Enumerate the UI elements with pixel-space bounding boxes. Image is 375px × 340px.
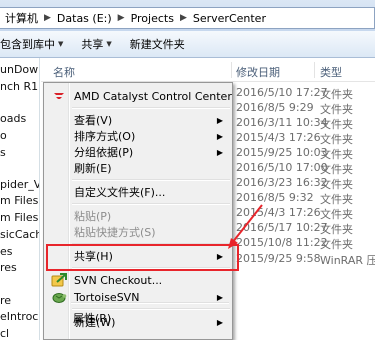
row-date: 2015/9/25 9:58 bbox=[236, 252, 321, 265]
menu-item-properties[interactable]: 属性(R) bbox=[45, 308, 230, 328]
column-date[interactable]: 修改日期 bbox=[236, 64, 280, 80]
menu-separator bbox=[71, 302, 229, 304]
new-folder-button[interactable]: 新建文件夹 bbox=[121, 36, 194, 52]
nav-item[interactable]: cl bbox=[0, 327, 39, 340]
address-strip: 计算机 ▶ Datas (E:) ▶ Projects ▶ ServerCent… bbox=[0, 0, 375, 31]
row-date: 2016/5/10 17:27 bbox=[236, 86, 328, 99]
column-header: 名称 修改日期 类型 bbox=[41, 58, 375, 82]
chevron-down-icon: ▼ bbox=[106, 40, 112, 48]
command-toolbar: 包含到库中 ▼ 共享 ▼ 新建文件夹 bbox=[0, 31, 375, 58]
row-date: 2016/8/5 9:32 bbox=[236, 191, 314, 204]
row-date: 2016/5/10 17:00 bbox=[236, 161, 328, 174]
submenu-arrow-icon: ▶ bbox=[216, 292, 223, 302]
crumb-computer[interactable]: 计算机 bbox=[2, 10, 41, 26]
svn-checkout-icon bbox=[51, 272, 67, 288]
menu-item-paste-shortcut: 粘贴快捷方式(S) bbox=[46, 222, 231, 242]
crumb-drive[interactable]: Datas (E:) bbox=[54, 12, 115, 25]
menu-item-refresh[interactable]: 刷新(E) bbox=[46, 158, 231, 178]
menu-item-tortoisesvn[interactable]: TortoiseSVN ▶ bbox=[46, 287, 231, 307]
menu-item-customize-folder[interactable]: 自定义文件夹(F)... bbox=[46, 182, 231, 202]
new-folder-label: 新建文件夹 bbox=[129, 38, 185, 51]
row-date: 2015/9/25 10:03 bbox=[236, 146, 328, 159]
row-date: 2016/8/5 9:29 bbox=[236, 101, 314, 114]
highlight-box bbox=[46, 244, 239, 271]
row-type: 文件夹 bbox=[320, 193, 353, 206]
row-type: 文件夹 bbox=[320, 148, 353, 161]
menu-item-label: 属性(R) bbox=[73, 312, 112, 325]
submenu-arrow-icon: ▶ bbox=[216, 131, 223, 141]
menu-separator bbox=[72, 107, 230, 109]
crumb-servercenter[interactable]: ServerCenter bbox=[190, 12, 269, 25]
address-bar[interactable]: 计算机 ▶ Datas (E:) ▶ Projects ▶ ServerCent… bbox=[0, 7, 375, 29]
row-date: 2015/4/3 17:26 bbox=[236, 206, 321, 219]
menu-item-label: 刷新(E) bbox=[74, 162, 112, 175]
row-type: 文件夹 bbox=[320, 178, 353, 191]
menu-separator bbox=[72, 179, 230, 181]
include-in-library-button[interactable]: 包含到库中 ▼ bbox=[0, 36, 72, 52]
nav-item[interactable]: eIntroc bbox=[0, 310, 39, 323]
row-date: 2015/4/3 17:26 bbox=[236, 131, 321, 144]
share-label: 共享 bbox=[81, 38, 104, 51]
submenu-arrow-icon: ▶ bbox=[216, 147, 223, 157]
nav-item[interactable]: re bbox=[0, 294, 39, 307]
row-type: 文件夹 bbox=[320, 163, 353, 176]
column-name[interactable]: 名称 bbox=[53, 64, 75, 80]
row-type: 文件夹 bbox=[320, 238, 353, 251]
row-type: 文件夹 bbox=[320, 133, 353, 146]
row-type: 文件夹 bbox=[320, 88, 353, 101]
chevron-right-icon[interactable]: ▶ bbox=[41, 13, 54, 23]
chevron-right-icon[interactable]: ▶ bbox=[115, 13, 128, 23]
row-date: 2016/3/23 16:32 bbox=[236, 176, 328, 189]
submenu-arrow-icon: ▶ bbox=[216, 115, 223, 125]
chevron-right-icon[interactable]: ▶ bbox=[177, 13, 190, 23]
share-button[interactable]: 共享 ▼ bbox=[72, 36, 120, 52]
amd-icon bbox=[51, 88, 67, 104]
row-date: 2016/5/17 10:27 bbox=[236, 221, 328, 234]
menu-separator bbox=[72, 203, 230, 205]
crumb-projects[interactable]: Projects bbox=[128, 12, 177, 25]
row-date: 2015/10/8 11:22 bbox=[236, 236, 328, 249]
row-type: 文件夹 bbox=[320, 208, 353, 221]
row-type: 文件夹 bbox=[320, 118, 353, 131]
column-type[interactable]: 类型 bbox=[320, 64, 342, 80]
menu-item-amd-catalyst[interactable]: AMD Catalyst Control Center bbox=[46, 86, 232, 106]
menu-item-label: SVN Checkout... bbox=[74, 273, 163, 287]
menu-item-label: AMD Catalyst Control Center bbox=[74, 89, 232, 103]
nav-item[interactable]: unDow bbox=[0, 63, 39, 76]
menu-item-label: 自定义文件夹(F)... bbox=[74, 186, 166, 199]
column-divider[interactable] bbox=[231, 62, 232, 78]
tortoisesvn-icon bbox=[51, 289, 67, 305]
row-type: WinRAR 压缩 bbox=[320, 254, 375, 267]
chevron-down-icon: ▼ bbox=[58, 40, 64, 48]
column-divider[interactable] bbox=[314, 62, 315, 78]
include-in-library-label: 包含到库中 bbox=[0, 38, 55, 51]
row-type: 文件夹 bbox=[320, 103, 353, 116]
row-type: 文件夹 bbox=[320, 223, 353, 236]
row-date: 2016/3/11 10:34 bbox=[236, 116, 328, 129]
menu-item-label: 粘贴快捷方式(S) bbox=[74, 226, 156, 239]
